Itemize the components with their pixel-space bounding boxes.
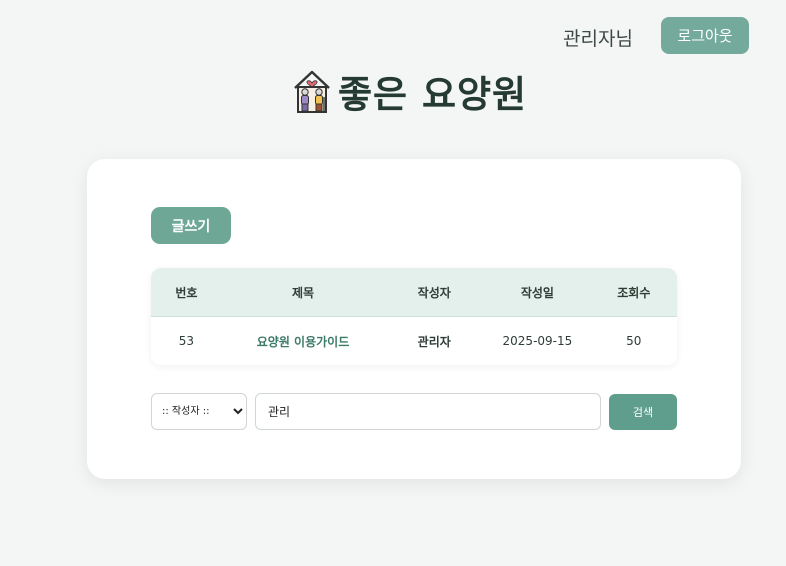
post-views: 50 xyxy=(590,316,677,365)
elderly-couple-house-icon xyxy=(294,70,330,113)
user-greeting: 관리자님 xyxy=(563,28,633,50)
post-writer: 관리자 xyxy=(384,316,485,365)
post-table: 번호 제목 작성자 작성일 조회수 53 요양원 이용가이드 관리자 2025-… xyxy=(151,268,677,365)
column-header-number: 번호 xyxy=(151,268,222,317)
column-header-views: 조회수 xyxy=(590,268,677,317)
post-number: 53 xyxy=(151,316,222,365)
column-header-date: 작성일 xyxy=(484,268,591,317)
search-type-select[interactable]: :: 작성자 :: xyxy=(151,393,247,430)
site-title[interactable]: 좋은 요양원 xyxy=(292,66,527,116)
board-card: 글쓰기 번호 제목 작성자 작성일 조회수 53 요양원 이용가이드 관리자 2… xyxy=(87,159,741,479)
write-post-button[interactable]: 글쓰기 xyxy=(151,207,231,244)
column-header-writer: 작성자 xyxy=(384,268,485,317)
logout-button[interactable]: 로그아웃 xyxy=(661,17,749,54)
table-header-row: 번호 제목 작성자 작성일 조회수 xyxy=(151,268,677,317)
site-title-text: 좋은 요양원 xyxy=(338,73,528,116)
post-date: 2025-09-15 xyxy=(484,316,591,365)
search-input[interactable] xyxy=(255,393,601,430)
table-row: 53 요양원 이용가이드 관리자 2025-09-15 50 xyxy=(151,316,677,365)
post-title-link[interactable]: 요양원 이용가이드 xyxy=(257,335,350,349)
column-header-title: 제목 xyxy=(221,268,385,317)
search-button[interactable]: 검색 xyxy=(609,394,677,430)
